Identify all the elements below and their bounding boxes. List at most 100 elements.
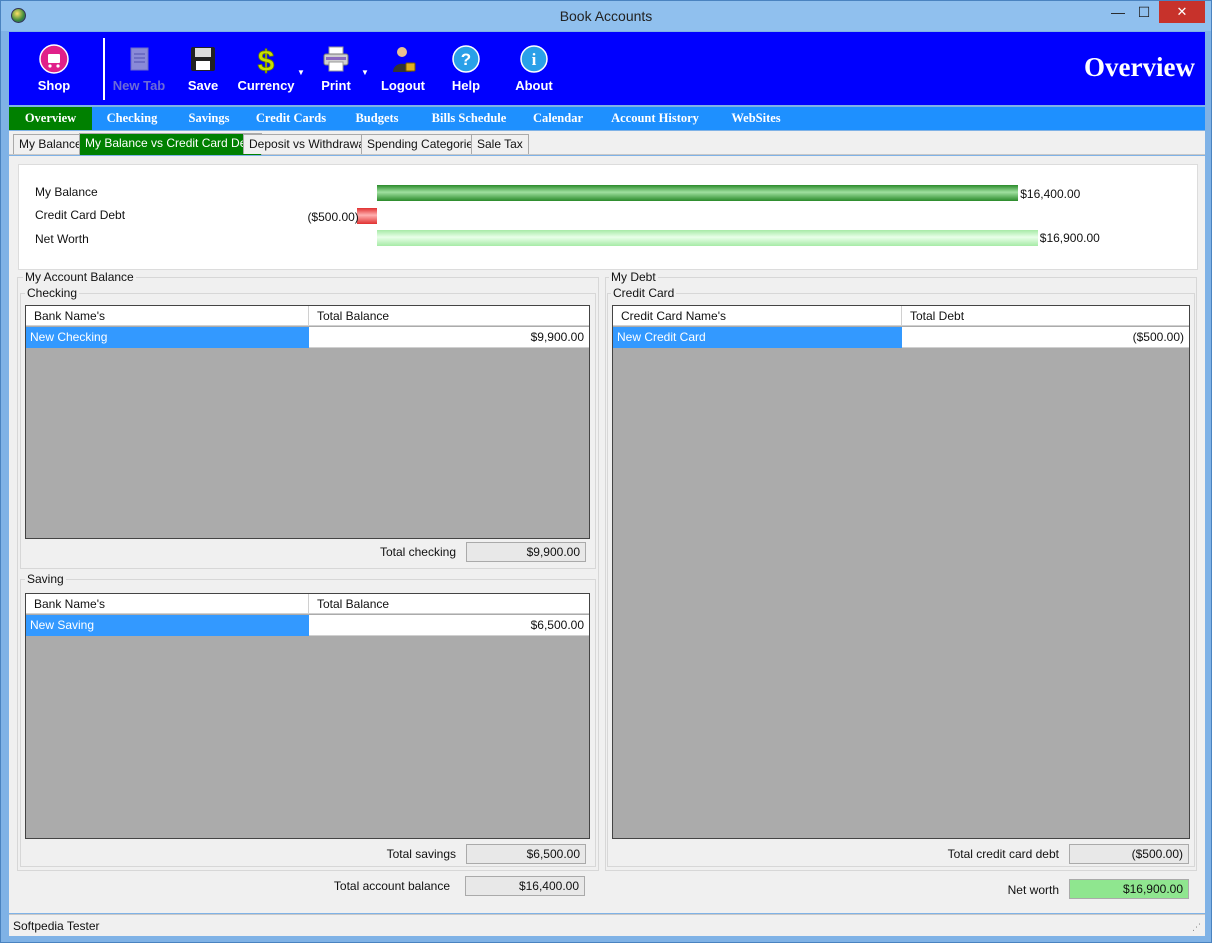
print-button[interactable]: Print [311,32,361,105]
saving-grid[interactable]: Bank Name's Total Balance New Saving $6,… [25,593,590,839]
row-total-debt[interactable]: ($500.00) [902,327,1189,348]
bar-balance [377,185,1019,201]
balance-vs-debt-chart: My Balance Credit Card Debt Net Worth $1… [18,164,1198,270]
logout-label: Logout [380,78,426,93]
bar-debt [357,208,377,224]
new-tab-icon [130,47,149,71]
total-savings-field: $6,500.00 [466,844,586,864]
table-row[interactable]: New Checking $9,900.00 [26,327,589,348]
nav-bills-schedule[interactable]: Bills Schedule [419,107,519,130]
chart-label-balance: My Balance [35,185,98,199]
help-label: Help [451,78,481,93]
close-button[interactable]: ✕ [1159,1,1205,23]
col-credit-card-name[interactable]: Credit Card Name's [613,306,902,326]
total-credit-card-debt-field: ($500.00) [1069,844,1189,864]
bar-value-balance: $16,400.00 [1020,187,1081,201]
title-bar[interactable]: Book Accounts — ☐ ✕ [1,1,1211,31]
status-bar: Softpedia Tester ⋰ [9,914,1205,936]
shop-button[interactable]: Shop [27,32,81,105]
table-row[interactable]: New Credit Card ($500.00) [613,327,1189,348]
credit-card-title: Credit Card [611,286,677,300]
currency-dropdown-icon[interactable]: ▼ [297,68,305,77]
account-balance-title: My Account Balance [23,270,136,284]
row-bank-name[interactable]: New Saving [26,615,309,636]
svg-text:i: i [532,50,537,69]
table-row[interactable]: New Saving $6,500.00 [26,615,589,636]
svg-text:?: ? [461,50,471,69]
print-dropdown-icon[interactable]: ▼ [361,68,369,77]
about-label: About [515,78,553,93]
save-button[interactable]: Save [179,32,227,105]
nav-calendar[interactable]: Calendar [525,107,591,130]
nav-overview[interactable]: Overview [9,107,92,130]
nav-checking[interactable]: Checking [97,107,167,130]
credit-card-grid-header: Credit Card Name's Total Debt [613,306,1189,326]
credit-card-grid[interactable]: Credit Card Name's Total Debt New Credit… [612,305,1190,839]
tab-balance-vs-debt[interactable]: My Balance vs Credit Card Debt [79,133,263,155]
toolbar-separator [103,38,105,100]
app-window: Book Accounts — ☐ ✕ Shop New Tab Save $ … [0,0,1212,943]
dollar-icon: $ [257,45,275,74]
tab-sale-tax[interactable]: Sale Tax [471,134,529,154]
logout-button[interactable]: Logout [377,32,429,105]
nav-credit-cards[interactable]: Credit Cards [249,107,333,130]
col-total-balance[interactable]: Total Balance [309,306,589,326]
help-button[interactable]: ? Help [445,32,487,105]
checking-grid-header: Bank Name's Total Balance [26,306,589,326]
total-checking-label: Total checking [379,545,456,559]
nav-savings[interactable]: Savings [177,107,241,130]
window-title: Book Accounts [559,8,653,24]
question-mark-icon: ? [452,45,480,73]
shop-label: Shop [37,78,71,93]
total-savings-label: Total savings [386,847,456,861]
total-credit-card-debt-label: Total credit card debt [947,847,1059,861]
saving-grid-header: Bank Name's Total Balance [26,594,589,614]
page-title: Overview [1084,52,1195,82]
row-bank-name[interactable]: New Checking [26,327,309,348]
user-lock-icon [393,47,416,72]
currency-label: Currency [237,78,295,93]
tab-spending-categories[interactable]: Spending Categories [361,134,486,154]
total-checking-field: $9,900.00 [466,542,586,562]
chart-label-debt: Credit Card Debt [35,208,126,222]
bar-value-networth: $16,900.00 [1039,231,1100,245]
net-worth-label: Net worth [1007,883,1059,897]
floppy-disk-icon [191,47,215,71]
col-total-balance[interactable]: Total Balance [309,594,589,614]
nav-budgets[interactable]: Budgets [345,107,409,130]
minimize-button[interactable]: — [1105,1,1131,23]
col-bank-name[interactable]: Bank Name's [26,594,309,614]
total-account-balance-label: Total account balance [333,879,450,893]
net-worth-field: $16,900.00 [1069,879,1189,899]
svg-text:$: $ [258,45,275,74]
maximize-button[interactable]: ☐ [1131,1,1157,23]
about-button[interactable]: i About [511,32,557,105]
chart-label-networth: Net Worth [35,232,89,246]
main-nav: Overview Checking Savings Credit Cards B… [9,107,1205,130]
row-total-balance[interactable]: $6,500.00 [309,615,589,636]
debt-title: My Debt [609,270,658,284]
info-icon: i [520,45,548,73]
status-user: Softpedia Tester [13,919,100,933]
bar-value-debt: ($500.00) [307,210,359,224]
new-tab-label: New Tab [112,78,166,93]
bar-networth [377,230,1038,246]
row-total-balance[interactable]: $9,900.00 [309,327,589,348]
currency-button[interactable]: $ Currency [235,32,297,105]
print-label: Print [321,78,351,93]
save-label: Save [187,78,219,93]
total-account-balance-field: $16,400.00 [465,876,585,896]
main-toolbar: Shop New Tab Save $ Currency ▼ Print ▼ L… [9,32,1205,105]
new-tab-button[interactable]: New Tab [111,32,167,105]
row-credit-card-name[interactable]: New Credit Card [613,327,902,348]
nav-websites[interactable]: WebSites [719,107,793,130]
shop-icon [39,44,69,74]
checking-grid[interactable]: Bank Name's Total Balance New Checking $… [25,305,590,539]
resize-grip-icon[interactable]: ⋰ [1192,922,1201,933]
col-total-debt[interactable]: Total Debt [902,306,1189,326]
tab-my-balance[interactable]: My Balance [13,134,88,154]
printer-icon [323,46,349,72]
col-bank-name[interactable]: Bank Name's [26,306,309,326]
tab-deposit-vs-withdrawal[interactable]: Deposit vs Withdrawal [243,134,374,154]
nav-account-history[interactable]: Account History [601,107,709,130]
